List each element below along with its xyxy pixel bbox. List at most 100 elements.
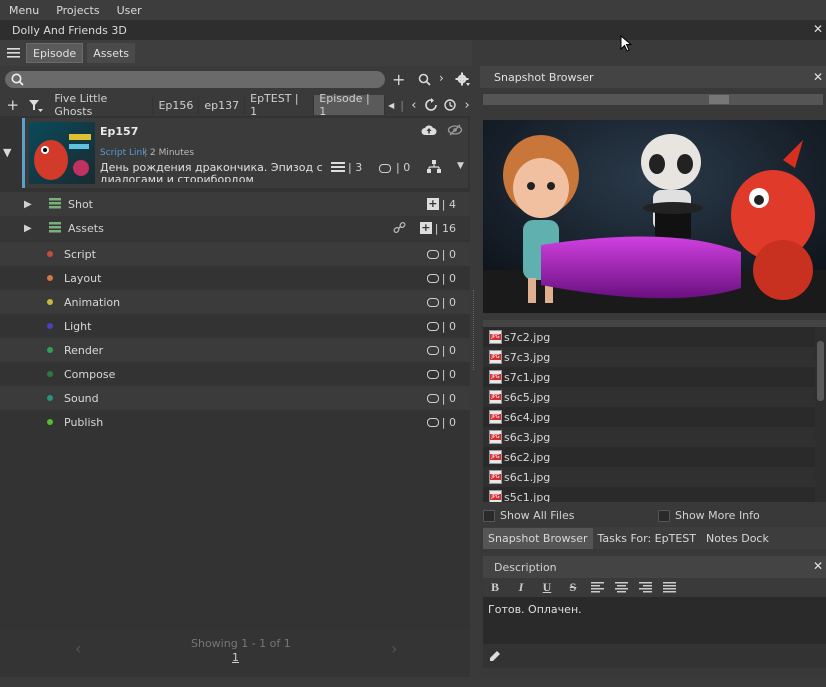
- edit-pencil-icon[interactable]: [489, 650, 501, 662]
- file-list-item[interactable]: s7c3.jpg: [483, 347, 815, 367]
- group-row-shot[interactable]: ▶ Shot + | 4: [0, 192, 470, 216]
- notes-icon[interactable]: [426, 369, 439, 379]
- underline-icon[interactable]: U: [539, 580, 555, 595]
- file-list-item[interactable]: s6c2.jpg: [483, 447, 815, 467]
- slider-handle[interactable]: [709, 95, 729, 104]
- expand-right-icon[interactable]: ▶: [24, 199, 32, 210]
- menu-item-user[interactable]: User: [117, 4, 142, 17]
- menu-item-menu[interactable]: Menu: [9, 4, 39, 17]
- align-left-icon[interactable]: [591, 581, 605, 593]
- menu-item-projects[interactable]: Projects: [56, 4, 99, 17]
- dock-tabs: Snapshot Browser Tasks For: EpTEST Notes…: [483, 527, 826, 549]
- add-icon[interactable]: +: [0, 96, 26, 114]
- description-close-icon[interactable]: ✕: [813, 559, 823, 573]
- dropdown-icon[interactable]: ▼: [457, 161, 464, 171]
- page-number[interactable]: 1: [232, 651, 239, 664]
- link-icon[interactable]: [393, 222, 406, 234]
- description-editor[interactable]: Готов. Оплачен.: [483, 597, 826, 644]
- breadcrumb-tab-ep156[interactable]: Ep156: [153, 95, 200, 115]
- group-row-assets[interactable]: ▶ Assets + | 16: [0, 216, 470, 240]
- task-notes-count-value: | 0: [441, 271, 456, 285]
- splitter-handle[interactable]: [473, 290, 475, 370]
- splitter-handle[interactable]: [483, 320, 826, 327]
- italic-icon[interactable]: I: [513, 580, 529, 595]
- add-square-icon[interactable]: +: [426, 198, 439, 210]
- notes-icon[interactable]: [426, 273, 439, 283]
- hierarchy-icon[interactable]: [427, 160, 441, 173]
- show-more-info-checkbox[interactable]: [658, 509, 670, 522]
- history-icon[interactable]: [440, 98, 462, 112]
- tab-tasks-for[interactable]: Tasks For: EpTEST: [593, 528, 701, 549]
- add-icon[interactable]: +: [392, 70, 405, 89]
- task-row[interactable]: Script | 0: [0, 242, 470, 266]
- search-input[interactable]: [5, 71, 385, 88]
- window-close-icon[interactable]: ✕: [813, 22, 823, 36]
- chevron-right-icon[interactable]: ›: [439, 71, 444, 85]
- task-notes-count-value: | 0: [441, 319, 456, 333]
- notes-icon[interactable]: [426, 345, 439, 355]
- tab-snapshot-browser[interactable]: Snapshot Browser: [483, 527, 593, 549]
- snapshot-slider[interactable]: [483, 94, 823, 105]
- align-center-icon[interactable]: [615, 581, 629, 593]
- cloud-upload-icon[interactable]: [421, 124, 437, 136]
- add-square-icon[interactable]: +: [419, 222, 432, 234]
- breadcrumb-tab-eptest[interactable]: EpTEST | 1: [245, 92, 315, 118]
- hamburger-menu-icon[interactable]: [0, 43, 26, 63]
- search-icon[interactable]: [418, 73, 431, 86]
- tab-notes-dock[interactable]: Notes Dock: [701, 528, 774, 549]
- tab-episode[interactable]: Episode: [26, 43, 84, 63]
- episode-card[interactable]: Ep157 Script Link | 2 Minutes День рожде…: [22, 118, 468, 188]
- file-list-item[interactable]: s6c5.jpg: [483, 387, 815, 407]
- breadcrumb-tab-five-little-ghosts[interactable]: Five Little Ghosts: [49, 92, 154, 118]
- tab-assets[interactable]: Assets: [87, 43, 136, 63]
- task-row[interactable]: Publish | 0: [0, 410, 470, 434]
- file-list-item[interactable]: s5c1.jpg: [483, 487, 815, 502]
- task-row[interactable]: Animation | 0: [0, 290, 470, 314]
- file-list-item[interactable]: s6c1.jpg: [483, 467, 815, 487]
- task-status-dot: [47, 347, 53, 353]
- next-page-icon[interactable]: ›: [391, 639, 397, 658]
- breadcrumb-tab-ep137[interactable]: ep137: [199, 95, 246, 115]
- chevron-left-icon[interactable]: ‹: [407, 98, 421, 113]
- search-field[interactable]: [27, 72, 377, 87]
- task-row[interactable]: Layout | 0: [0, 266, 470, 290]
- task-row[interactable]: Sound | 0: [0, 386, 470, 410]
- file-list-item[interactable]: s6c3.jpg: [483, 427, 815, 447]
- show-more-info-option[interactable]: Show More Info: [658, 509, 760, 522]
- scrollbar-thumb[interactable]: [817, 341, 824, 401]
- file-list-item[interactable]: s6c4.jpg: [483, 407, 815, 427]
- align-justify-icon[interactable]: [663, 581, 677, 593]
- strikethrough-icon[interactable]: S: [565, 580, 581, 595]
- align-right-icon[interactable]: [639, 581, 653, 593]
- refresh-icon[interactable]: [421, 98, 441, 112]
- file-list-item[interactable]: s7c2.jpg: [483, 327, 815, 347]
- chevron-right-icon[interactable]: ›: [462, 98, 472, 113]
- snapshot-close-icon[interactable]: ✕: [813, 70, 823, 84]
- menu-bar: Menu Projects User: [0, 0, 826, 20]
- prev-page-icon[interactable]: ‹: [75, 639, 81, 658]
- notes-icon[interactable]: [426, 393, 439, 403]
- task-notes-count-value: | 0: [441, 415, 456, 429]
- notes-icon[interactable]: [426, 417, 439, 427]
- show-all-files-checkbox[interactable]: [483, 509, 495, 522]
- notes-icon[interactable]: [426, 297, 439, 307]
- task-row[interactable]: Light | 0: [0, 314, 470, 338]
- notes-icon[interactable]: [426, 321, 439, 331]
- task-row[interactable]: Render | 0: [0, 338, 470, 362]
- file-list-scrollbar[interactable]: [815, 327, 826, 502]
- task-notes-count: | 0: [426, 248, 456, 261]
- file-list-item[interactable]: s7c1.jpg: [483, 367, 815, 387]
- breadcrumb-tab-episode[interactable]: Episode | 1: [314, 92, 386, 118]
- show-all-files-option[interactable]: Show All Files: [483, 509, 574, 522]
- notes-icon[interactable]: [426, 249, 439, 259]
- show-more-info-label: Show More Info: [675, 509, 760, 522]
- expand-right-icon[interactable]: ▶: [24, 223, 32, 234]
- expand-down-icon[interactable]: ▼: [3, 146, 11, 159]
- task-row[interactable]: Compose | 0: [0, 362, 470, 386]
- play-left-icon[interactable]: ◀: [385, 101, 397, 110]
- script-link[interactable]: Script Link: [100, 148, 147, 158]
- filter-icon[interactable]: [26, 97, 46, 113]
- bold-icon[interactable]: B: [487, 580, 503, 595]
- eye-hidden-icon[interactable]: [447, 124, 463, 136]
- gear-icon[interactable]: [455, 72, 471, 87]
